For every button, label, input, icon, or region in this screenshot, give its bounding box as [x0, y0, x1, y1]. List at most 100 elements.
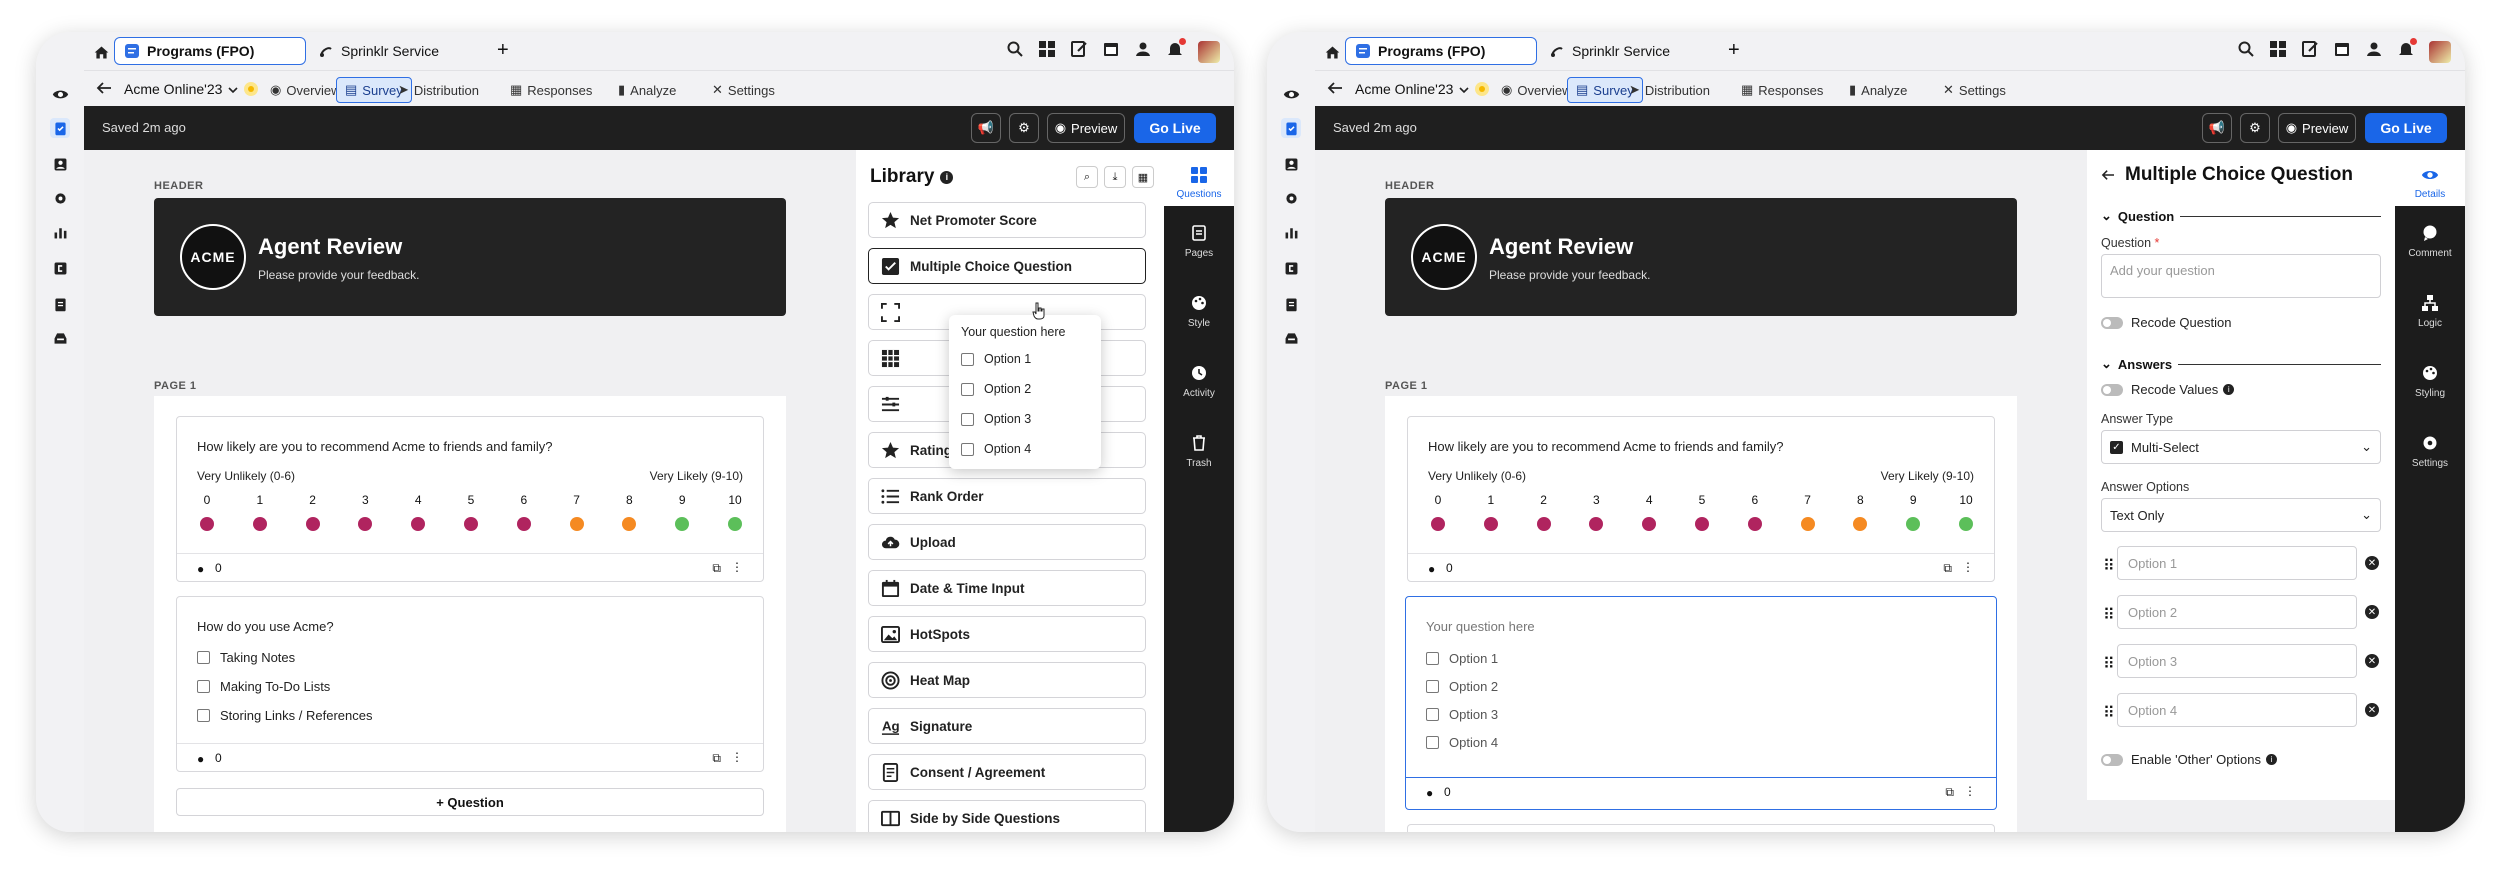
avatar[interactable] [2429, 40, 2451, 63]
option-row[interactable]: Making To-Do Lists [197, 679, 330, 694]
nps-option[interactable]: 9 [1903, 493, 1923, 531]
inbox-icon[interactable] [1281, 328, 1301, 348]
answers-section-header[interactable]: ⌄ Answers [2101, 356, 2381, 372]
comment-icon[interactable]: ● [197, 752, 204, 766]
home-icon[interactable] [91, 42, 111, 62]
nps-dot[interactable] [1642, 517, 1657, 531]
comment-tab[interactable]: Comment [2395, 224, 2465, 259]
nps-dot[interactable] [1747, 517, 1762, 531]
nps-option[interactable]: 2 [303, 493, 323, 531]
nps-dot[interactable] [411, 517, 426, 531]
tab-sprinklr-service[interactable]: Sprinklr Service [1540, 37, 1710, 65]
nps-dot[interactable] [1483, 517, 1498, 531]
library-item[interactable]: Ag Signature [868, 708, 1146, 744]
nps-option[interactable]: 0 [197, 493, 217, 531]
survey-header-card[interactable]: ACME Agent Review Please provide your fe… [1385, 198, 2017, 316]
notification-bell-icon[interactable] [1166, 38, 1186, 63]
copy-icon[interactable]: ⧉ [1945, 785, 1954, 800]
answer-options-select[interactable]: Text Only ⌄ [2101, 498, 2381, 532]
nps-option[interactable]: 5 [461, 493, 481, 531]
more-vertical-icon[interactable]: ⋮ [731, 560, 743, 574]
question-input[interactable]: Add your question [2101, 254, 2381, 298]
compose-icon[interactable] [2301, 40, 2319, 63]
add-question-button[interactable]: + Question [176, 788, 764, 816]
drag-handle-icon[interactable]: ⠿ [2103, 556, 2115, 575]
library-item[interactable]: Rank Order [868, 478, 1146, 514]
library-item[interactable]: Upload [868, 524, 1146, 560]
copy-icon[interactable]: ⧉ [1943, 561, 1952, 576]
library-item[interactable]: Date & Time Input [868, 570, 1146, 606]
checkbox[interactable] [197, 651, 210, 664]
pages-tab[interactable]: Pages [1164, 224, 1234, 259]
go-live-button[interactable]: Go Live [1134, 113, 1216, 143]
nps-dot[interactable] [516, 517, 531, 531]
nps-dot[interactable] [252, 517, 267, 531]
settings-tab[interactable]: Settings [2395, 434, 2465, 469]
preview-button[interactable]: ◉ Preview [2278, 113, 2356, 143]
drag-handle-icon[interactable]: ⠿ [2103, 703, 2115, 722]
questions-tab[interactable]: Questions [1164, 150, 1234, 206]
library-item[interactable]: Side by Side Questions [868, 800, 1146, 832]
checkbox[interactable] [197, 709, 210, 722]
inbox-icon[interactable] [50, 328, 70, 348]
add-tab-button[interactable]: + [497, 39, 509, 62]
survey-title[interactable]: Acme Online'23 [124, 81, 259, 97]
clipboard-icon[interactable] [50, 294, 70, 314]
option-row[interactable]: Storing Links / References [197, 708, 372, 723]
tab-programs[interactable]: Programs (FPO) [1345, 37, 1537, 65]
multi-choice-question-card[interactable]: How do you use Acme? [1407, 824, 1995, 832]
nps-option[interactable]: 9 [672, 493, 692, 531]
back-arrow-icon[interactable] [1327, 81, 1343, 100]
nav-settings[interactable]: ✕ Settings [1935, 77, 2014, 103]
more-vertical-icon[interactable]: ⋮ [1962, 560, 1974, 574]
more-vertical-icon[interactable]: ⋮ [1964, 784, 1976, 798]
eye-icon[interactable] [1281, 84, 1301, 104]
avatar[interactable] [1198, 40, 1220, 63]
checkbox[interactable] [1426, 652, 1439, 665]
checkbox[interactable] [1426, 680, 1439, 693]
code-icon[interactable] [1281, 258, 1301, 278]
library-item[interactable]: Multiple Choice Question [868, 248, 1146, 284]
details-tab[interactable]: Details [2395, 150, 2465, 206]
drag-handle-icon[interactable]: ⠿ [2103, 605, 2115, 624]
apps-icon[interactable] [1038, 40, 1056, 63]
nps-dot[interactable] [1431, 517, 1445, 531]
search-icon[interactable] [2237, 40, 2255, 63]
nps-option[interactable]: 4 [1639, 493, 1659, 531]
users-icon[interactable] [2365, 40, 2383, 63]
eye-icon[interactable] [50, 84, 70, 104]
info-icon[interactable]: i [2265, 754, 2277, 765]
nps-option[interactable]: 4 [408, 493, 428, 531]
survey-icon[interactable] [50, 118, 70, 138]
nps-dot[interactable] [1536, 517, 1551, 531]
search-icon[interactable] [1006, 40, 1024, 63]
nav-settings[interactable]: ✕ Settings [704, 77, 783, 103]
info-icon[interactable]: i [2223, 384, 2235, 395]
option-input[interactable]: Option 1 [2117, 546, 2357, 580]
preview-button[interactable]: ◉ Preview [1047, 113, 1125, 143]
nps-dot[interactable] [622, 517, 637, 531]
home-icon[interactable] [1322, 42, 1342, 62]
activity-tab[interactable]: Activity [1164, 364, 1234, 399]
nps-option[interactable]: 5 [1692, 493, 1712, 531]
nps-dot[interactable] [675, 517, 690, 531]
checkbox[interactable] [197, 680, 210, 693]
library-item[interactable]: Heat Map [868, 662, 1146, 698]
option-row[interactable]: Option 1 [1426, 651, 1498, 666]
library-item[interactable]: Net Promoter Score [868, 202, 1146, 238]
comment-icon[interactable]: ● [197, 562, 204, 576]
trash-tab[interactable]: Trash [1164, 434, 1234, 469]
comment-icon[interactable]: ● [1428, 562, 1435, 576]
survey-title[interactable]: Acme Online'23 [1355, 81, 1490, 97]
nps-option[interactable]: 7 [1798, 493, 1818, 531]
nav-analyze[interactable]: ▮ Analyze [610, 77, 684, 103]
nps-dot[interactable] [569, 517, 584, 531]
nps-option[interactable]: 10 [725, 493, 745, 531]
question-placeholder[interactable]: Your question here [1426, 619, 1535, 634]
survey-icon[interactable] [1281, 118, 1301, 138]
back-arrow-icon[interactable] [96, 81, 112, 100]
go-live-button[interactable]: Go Live [2365, 113, 2447, 143]
library-item[interactable]: Consent / Agreement [868, 754, 1146, 790]
option-input[interactable]: Option 4 [2117, 693, 2357, 727]
nps-option[interactable]: 8 [1850, 493, 1870, 531]
